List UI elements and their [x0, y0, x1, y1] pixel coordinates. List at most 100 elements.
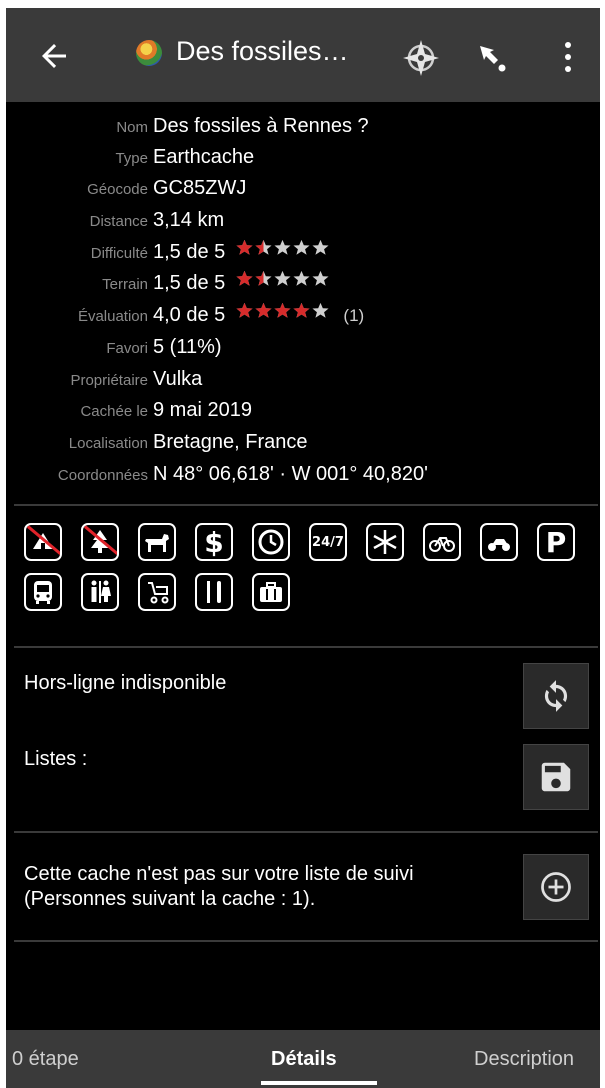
detail-value[interactable]: N 48° 06,618' · W 001° 40,820' [153, 463, 428, 486]
tab-description[interactable]: Description [474, 1048, 574, 1071]
add-circle-icon [541, 872, 571, 902]
divider [14, 831, 598, 833]
motorcycles-icon[interactable] [480, 523, 518, 561]
star-icon [236, 271, 253, 286]
tourist-icon[interactable] [252, 573, 290, 611]
detail-label: Nom [116, 119, 148, 136]
watchlist-line2: (Personnes suivant la cache : 1). [24, 888, 316, 910]
earthcache-type-icon [136, 40, 162, 66]
lists-label: Listes : [24, 748, 88, 770]
detail-row-geocode: Géocode GC85ZWJ [6, 174, 600, 204]
star-icon [255, 271, 272, 286]
star-icon [312, 240, 329, 255]
divider [14, 646, 598, 648]
detail-value: 9 mai 2019 [153, 399, 252, 421]
difficulty-stars [235, 239, 330, 262]
divider [14, 504, 598, 506]
rating-votes: (1) [343, 306, 365, 325]
detail-row-difficulty: Difficulté 1,5 de 5 [6, 238, 600, 268]
detail-label: Cachée le [80, 403, 148, 420]
terrain-value: 1,5 de 5 [153, 272, 226, 294]
detail-label: Coordonnées [57, 467, 148, 484]
detail-label: Difficulté [90, 245, 148, 262]
parking-icon[interactable]: P [537, 523, 575, 561]
star-icon [274, 303, 291, 318]
restrooms-icon[interactable] [81, 573, 119, 611]
star-icon [312, 303, 329, 318]
star-icon [293, 271, 310, 286]
rating-value: 4,0 de 5 [153, 304, 226, 326]
detail-label: Géocode [87, 181, 148, 198]
detail-value: GC85ZWJ [153, 177, 247, 199]
overflow-menu-icon[interactable] [558, 40, 578, 74]
difficulty-value: 1,5 de 5 [153, 241, 226, 263]
tab-details[interactable]: Détails [271, 1048, 337, 1071]
tab-waypoints[interactable]: 0 étape [12, 1048, 79, 1071]
star-icon [236, 303, 253, 318]
terrain-stars [235, 270, 330, 293]
no-camping-icon[interactable] [24, 523, 62, 561]
bottom-tab-bar: 0 étape Détails Description [6, 1030, 600, 1088]
detail-row-distance: Distance 3,14 km [6, 206, 600, 236]
detail-row-name: Nom Des fossiles à Rennes ? [6, 112, 600, 142]
star-icon [274, 271, 291, 286]
compass-icon[interactable] [401, 38, 441, 78]
detail-row-rating: Évaluation 4,0 de 5 (1) [6, 301, 600, 331]
no-christmas-tree-icon[interactable] [81, 523, 119, 561]
offline-status: Hors-ligne indisponible [24, 672, 227, 694]
star-icon [255, 240, 272, 255]
detail-label: Localisation [68, 435, 148, 452]
stroller-icon[interactable] [138, 573, 176, 611]
detail-value: Des fossiles à Rennes ? [153, 115, 369, 137]
active-tab-indicator [261, 1081, 377, 1085]
detail-label: Terrain [102, 276, 148, 293]
detail-row-coordinates: Coordonnées N 48° 06,618' · W 001° 40,82… [6, 460, 600, 490]
detail-label: Propriétaire [70, 372, 148, 389]
bicycles-icon[interactable] [423, 523, 461, 561]
public-transport-icon[interactable] [24, 573, 62, 611]
detail-value: 5 (11%) [153, 336, 222, 358]
screen: Des fossiles… Nom Des fossiles à Rennes … [6, 8, 600, 1088]
detail-value: Earthcache [153, 146, 255, 168]
star-icon [293, 303, 310, 318]
detail-row-favorite: Favori 5 (11%) [6, 333, 600, 363]
short-time-icon[interactable] [252, 523, 290, 561]
detail-row-location: Localisation Bretagne, France [6, 428, 600, 458]
detail-value: 3,14 km [153, 209, 225, 231]
star-icon [236, 240, 253, 255]
detail-value: 1,5 de 5 [153, 239, 330, 264]
detail-value[interactable]: Vulka [153, 368, 202, 391]
save-icon [541, 762, 571, 792]
dogs-icon[interactable] [138, 523, 176, 561]
add-to-watchlist-button[interactable] [523, 854, 589, 920]
detail-row-hidden-date: Cachée le 9 mai 2019 [6, 396, 600, 426]
back-arrow-icon[interactable] [36, 38, 72, 74]
page-title: Des fossiles… [176, 36, 349, 66]
refresh-button[interactable] [523, 663, 589, 729]
detail-label: Distance [89, 213, 148, 230]
watchlist-line1: Cette cache n'est pas sur votre liste de… [24, 863, 414, 885]
detail-value: 1,5 de 5 [153, 270, 330, 295]
navigate-icon[interactable] [476, 42, 508, 74]
fee-icon[interactable]: $ [195, 523, 233, 561]
watchlist-text: Cette cache n'est pas sur votre liste de… [24, 862, 414, 912]
star-icon [312, 271, 329, 286]
refresh-icon [544, 680, 568, 712]
star-icon [293, 240, 310, 255]
star-icon [255, 303, 272, 318]
detail-value: Bretagne, France [153, 431, 308, 453]
detail-row-type: Type Earthcache [6, 143, 600, 173]
star-icon [274, 240, 291, 255]
detail-label: Type [115, 150, 148, 167]
divider [14, 940, 598, 942]
food-icon[interactable] [195, 573, 233, 611]
app-bar: Des fossiles… [6, 8, 600, 102]
detail-row-owner: Propriétaire Vulka [6, 365, 600, 395]
winter-icon[interactable] [366, 523, 404, 561]
save-offline-button[interactable] [523, 744, 589, 810]
detail-label: Évaluation [77, 308, 148, 325]
detail-label: Favori [106, 340, 148, 357]
detail-value: 4,0 de 5 (1) [153, 302, 365, 327]
rating-stars [235, 302, 330, 325]
always-available-icon[interactable]: 24/7 [309, 523, 347, 561]
